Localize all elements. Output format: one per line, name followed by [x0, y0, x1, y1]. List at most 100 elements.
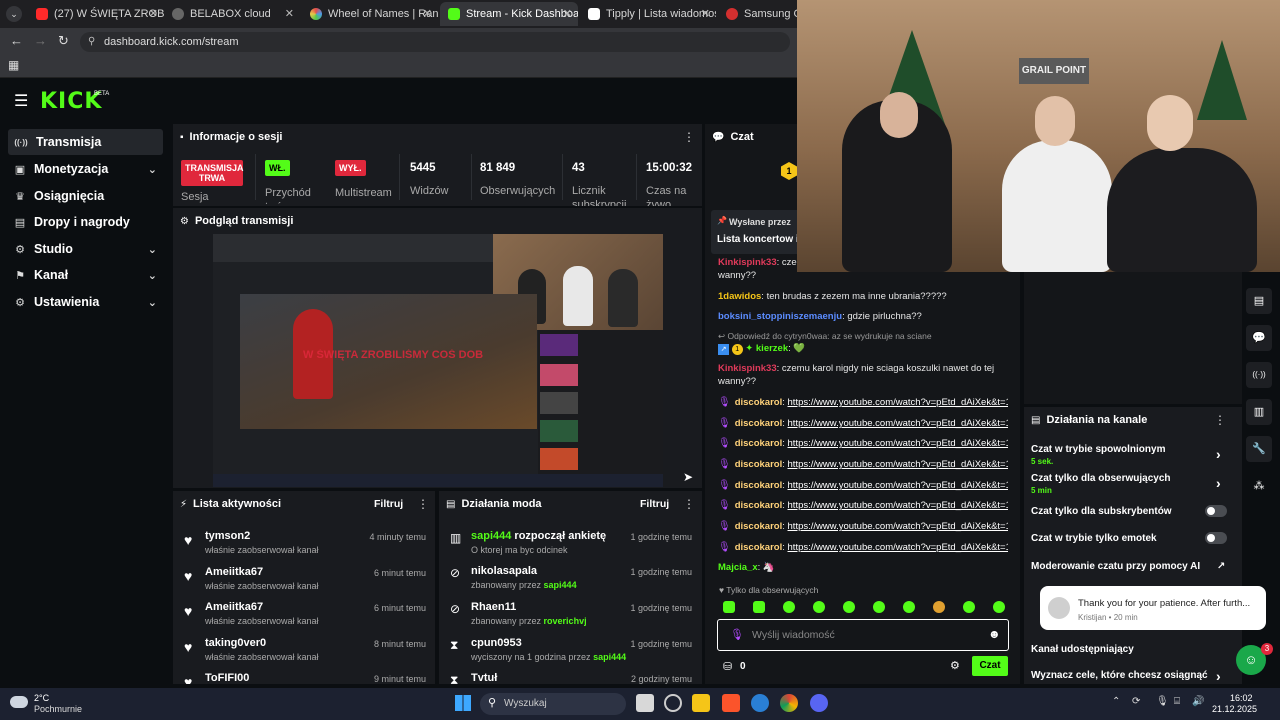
apps-grid-icon[interactable]: ▦ [8, 58, 19, 72]
chat-link[interactable]: https://www.youtube.com/watch?v=pEtd_dAi… [788, 500, 1008, 511]
activity-user[interactable]: Ameiitka67 [205, 601, 263, 613]
activity-user[interactable]: taking0ver0 [205, 637, 266, 649]
broadcast-icon[interactable]: ((·)) [1246, 362, 1272, 388]
wrench-icon[interactable]: 🔧 [1246, 436, 1272, 462]
chat-username[interactable]: discokarol [735, 397, 783, 408]
chat-username[interactable]: discokarol [735, 500, 783, 511]
weather-text[interactable]: Pochmurnie [34, 704, 82, 714]
mod-user[interactable]: sapi444 [593, 652, 626, 662]
chat-username[interactable]: discokarol [735, 418, 783, 429]
sidebar-item-ustawienia[interactable]: ⚙ Ustawienia ⌄ [8, 289, 163, 315]
tab-list-button[interactable]: ⌄ [6, 6, 22, 22]
sidebar-item-dropy[interactable]: ▤ Dropy i nagrody [8, 209, 163, 235]
sidebar-item-transmisja[interactable]: ((·)) Transmisja [8, 129, 163, 155]
browser-tab[interactable]: BELABOX cloud ✕ [164, 2, 300, 26]
activity-user[interactable]: Ameiitka67 [205, 566, 263, 578]
mod-target-user[interactable]: cpun0953 [471, 637, 522, 649]
activity-user[interactable]: tymson2 [205, 530, 250, 542]
kebab-menu-icon[interactable]: ⋮ [683, 130, 695, 144]
emote-icon[interactable] [873, 601, 885, 613]
kebab-menu-icon[interactable]: ⋮ [1214, 413, 1226, 427]
emote-icon[interactable] [843, 601, 855, 613]
chat-link[interactable]: https://www.youtube.com/watch?v=pEtd_dAi… [788, 459, 1008, 470]
emote-icon[interactable] [783, 601, 795, 613]
chat-link[interactable]: https://www.youtube.com/watch?v=pEtd_dAi… [788, 438, 1008, 449]
chat-username[interactable]: Kinkispink33 [718, 257, 777, 268]
brave-icon[interactable] [722, 694, 740, 712]
url-field[interactable]: ⚲ dashboard.kick.com/stream [80, 32, 790, 52]
close-icon[interactable]: ✕ [563, 7, 572, 20]
chat-username[interactable]: boksini_stoppiniszemaenju [718, 311, 842, 322]
browser-tab[interactable]: Wheel of Names | Rando✕ [302, 2, 438, 26]
chat-link[interactable]: https://www.youtube.com/watch?v=pEtd_dAi… [788, 521, 1008, 532]
browser-tab-active[interactable]: Stream - Kick Dashboard ✕ [440, 2, 578, 26]
followers-only-row[interactable]: Czat tylko dla obserwujących 5 min › [1031, 473, 1231, 495]
emote-icon[interactable] [753, 601, 765, 613]
support-toast[interactable]: Thank you for your patience. After furth… [1040, 586, 1266, 630]
taskbar-search[interactable]: ⚲ Wyszukaj [480, 693, 626, 715]
close-icon[interactable]: ✕ [423, 7, 432, 20]
reload-icon[interactable]: ↻ [58, 33, 69, 49]
kebab-menu-icon[interactable]: ⋮ [417, 497, 429, 511]
browser-icon[interactable] [751, 694, 769, 712]
mod-user[interactable]: roverichvj [544, 616, 587, 626]
chat-link[interactable]: https://www.youtube.com/watch?v=pEtd_dAi… [788, 418, 1008, 429]
discord-icon[interactable] [810, 694, 828, 712]
mod-user[interactable]: sapi444 [471, 530, 511, 542]
sidebar-item-studio[interactable]: ⚙ Studio ⌄ [8, 236, 163, 262]
menu-icon[interactable]: ☰ [14, 91, 28, 111]
chat-icon[interactable]: 💬 [1246, 325, 1272, 351]
chat-username[interactable]: discokarol [735, 542, 783, 553]
site-info-icon[interactable]: ⚲ [88, 32, 95, 52]
chat-username[interactable]: discokarol [735, 521, 783, 532]
emote-icon[interactable] [813, 601, 825, 613]
chat-username[interactable]: Kinkispink33 [718, 363, 777, 374]
sidebar-item-kanal[interactable]: ⚑ Kanał ⌄ [8, 262, 163, 288]
emoji-icon[interactable]: ☻ [988, 627, 1001, 641]
sidebar-item-osiagniecia[interactable]: ♛ Osiągnięcia [8, 183, 163, 209]
emote-icon[interactable] [723, 601, 735, 613]
chat-username[interactable]: discokarol [735, 480, 783, 491]
activity-filter-button[interactable]: Filtruj [374, 498, 403, 510]
slow-mode-row[interactable]: Czat w trybie spowolnionym 5 sek. › [1031, 444, 1231, 466]
windows-start-icon[interactable] [455, 695, 471, 711]
subscribers-only-toggle[interactable] [1205, 505, 1227, 517]
stream-preview-video[interactable]: W ŚWIĘTA ZROBILIŚMY COŚ DOBREGO 2 [213, 234, 663, 487]
close-icon[interactable]: ✕ [701, 7, 710, 20]
tray-chevron-icon[interactable]: ⌃ [1112, 696, 1120, 707]
chat-username[interactable]: discokarol [735, 459, 783, 470]
mod-user[interactable]: sapi444 [544, 580, 577, 590]
emote-icon[interactable] [933, 601, 945, 613]
weather-temp[interactable]: 2°C [34, 693, 49, 703]
goals-row[interactable]: Wyznacz cele, które chcesz osiągnąć › [1031, 668, 1231, 684]
chat-link[interactable]: https://www.youtube.com/watch?v=pEtd_dAi… [788, 542, 1008, 553]
close-icon[interactable]: ✕ [149, 7, 158, 20]
nodes-icon[interactable]: ⁂ [1246, 473, 1272, 499]
activity-user[interactable]: ToFIFI00 [205, 672, 249, 684]
mod-target-user[interactable]: nikolasapala [471, 565, 537, 577]
chat-username[interactable]: kierzek [756, 343, 788, 354]
close-icon[interactable]: ✕ [285, 7, 294, 20]
browser-tab[interactable]: Tipply | Lista wiadomości ✕ [580, 2, 716, 26]
emote-icon[interactable] [993, 601, 1005, 613]
network-icon[interactable]: ⌸ [1174, 696, 1180, 707]
pinned-message[interactable]: 📌 Wysłane przez Lista koncertow i [711, 210, 801, 254]
chat-username[interactable]: Majcia_x [718, 562, 758, 573]
sync-icon[interactable]: ⟳ [1132, 696, 1140, 707]
chat-send-button[interactable]: Czat [972, 656, 1008, 676]
ai-moderation-row[interactable]: Moderowanie czatu przy pomocy AI ↗ [1031, 561, 1231, 572]
share-channel-row[interactable]: Kanał udostępniający [1031, 644, 1231, 655]
chat-settings-icon[interactable]: ⚙ [950, 659, 960, 672]
app-icon[interactable] [664, 694, 682, 712]
clock-time[interactable]: 16:02 [1230, 693, 1253, 703]
emote-only-toggle[interactable] [1205, 532, 1227, 544]
volume-icon[interactable]: 🔊 [1192, 696, 1204, 707]
chat-link[interactable]: https://www.youtube.com/watch?v=pEtd_dAi… [788, 397, 1008, 408]
clipboard-icon[interactable]: ▤ [1246, 288, 1272, 314]
emote-icon[interactable] [903, 601, 915, 613]
chat-input[interactable]: 🎙 Wyślij wiadomość ☻ [717, 619, 1009, 651]
clock-date[interactable]: 21.12.2025 [1212, 704, 1257, 714]
mod-target-user[interactable]: Tvtuł [471, 672, 497, 684]
browser-tab[interactable]: (27) W ŚWIĘTA ZROBILIŚ✕ [28, 2, 164, 26]
back-icon[interactable]: ← [10, 33, 23, 48]
